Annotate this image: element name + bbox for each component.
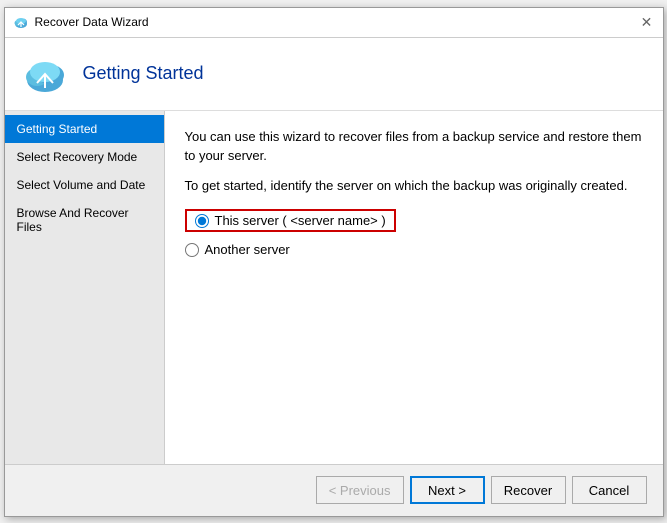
radio-another-server[interactable]	[185, 243, 199, 257]
radio-another-server-option[interactable]: Another server	[185, 242, 643, 257]
wizard-header: Getting Started	[5, 38, 663, 111]
window-title: Recover Data Wizard	[35, 15, 149, 29]
close-button[interactable]: ✕	[639, 14, 655, 30]
radio-this-server[interactable]	[195, 214, 209, 228]
content-area: Getting Started Select Recovery Mode Sel…	[5, 111, 663, 464]
title-bar: Recover Data Wizard ✕	[5, 8, 663, 38]
sidebar: Getting Started Select Recovery Mode Sel…	[5, 111, 165, 464]
server-selection-group: This server ( <server name> ) Another se…	[185, 209, 643, 257]
recover-button[interactable]: Recover	[491, 476, 566, 504]
title-bar-left: Recover Data Wizard	[13, 14, 149, 30]
main-content: You can use this wizard to recover files…	[165, 111, 663, 464]
sidebar-item-select-volume-date[interactable]: Select Volume and Date	[5, 171, 164, 199]
next-button[interactable]: Next >	[410, 476, 485, 504]
previous-button[interactable]: < Previous	[316, 476, 404, 504]
sidebar-item-select-recovery-mode[interactable]: Select Recovery Mode	[5, 143, 164, 171]
description-line1: You can use this wizard to recover files…	[185, 127, 643, 166]
app-icon	[13, 14, 29, 30]
wizard-title: Getting Started	[83, 63, 204, 84]
cancel-button[interactable]: Cancel	[572, 476, 647, 504]
another-server-label[interactable]: Another server	[205, 242, 290, 257]
this-server-box: This server ( <server name> )	[185, 209, 396, 232]
wizard-header-icon	[21, 50, 69, 98]
footer: < Previous Next > Recover Cancel	[5, 464, 663, 516]
wizard-window: Recover Data Wizard ✕ Getting Started Ge…	[4, 7, 664, 517]
sidebar-item-getting-started[interactable]: Getting Started	[5, 115, 164, 143]
this-server-label[interactable]: This server ( <server name> )	[215, 213, 386, 228]
description-line2: To get started, identify the server on w…	[185, 176, 643, 196]
radio-this-server-option[interactable]: This server ( <server name> )	[185, 209, 643, 232]
sidebar-item-browse-recover[interactable]: Browse And Recover Files	[5, 199, 164, 241]
